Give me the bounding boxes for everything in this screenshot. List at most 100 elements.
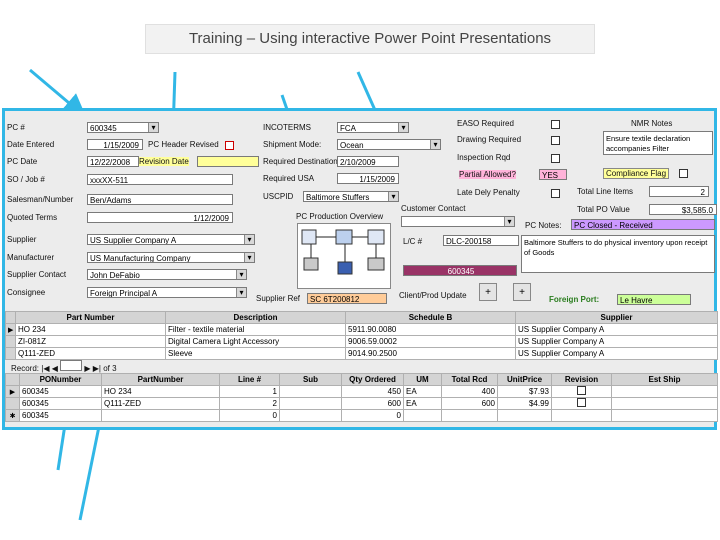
parts-table: Part Number Description Schedule B Suppl… [5,311,718,360]
uscpid-combo[interactable]: Baltimore Stuffers [303,191,399,202]
table-cell[interactable]: Sleeve [165,347,346,360]
po-header-est-ship: Est Ship [611,373,718,386]
table-row[interactable]: ▶ HO 234 Filter - textile material 5911.… [5,323,718,336]
table-cell[interactable] [497,409,552,422]
supplier-combo[interactable]: US Supplier Company A [87,234,255,245]
drawing-required-checkbox[interactable] [551,136,560,145]
table-cell[interactable]: 0 [341,409,404,422]
late-delivery-penalty-checkbox[interactable] [551,189,560,198]
table-cell[interactable]: 0 [219,409,280,422]
record-nav-prev[interactable]: ◀ [52,364,58,373]
production-overview-diagram[interactable] [297,223,391,289]
compliance-flag-checkbox[interactable] [679,169,688,178]
revision-checkbox[interactable] [577,398,586,407]
table-row[interactable]: Q111-ZED Sleeve 9014.90.2500 US Supplier… [5,347,718,360]
table-row[interactable]: ▶ 600345 HO 234 1 450 EA 400 $7.93 [5,385,718,398]
table-cell[interactable] [611,397,718,410]
row-selector[interactable]: ▶ [5,323,16,336]
table-cell[interactable]: 5911.90.0080 [345,323,516,336]
required-usa-field[interactable]: 1/15/2009 [337,173,399,184]
table-cell[interactable]: 600345 [19,397,102,410]
foreign-port-field[interactable]: Le Havre [617,294,691,305]
table-cell[interactable]: 1 [219,385,280,398]
partial-allowed-field[interactable]: YES [539,169,567,180]
table-row[interactable]: ZI-081Z Digital Camera Light Accessory 9… [5,335,718,348]
table-cell[interactable]: 600 [441,397,498,410]
table-cell[interactable] [551,397,612,410]
table-cell[interactable]: Digital Camera Light Accessory [165,335,346,348]
row-selector[interactable]: ▶ [5,385,20,398]
record-nav-first[interactable]: |◀ [41,364,49,373]
table-cell[interactable]: 600 [341,397,404,410]
table-cell[interactable]: $7.93 [497,385,552,398]
pc-date-field[interactable]: 12/22/2008 [87,156,139,167]
table-row[interactable]: ✱ 600345 0 0 [5,409,718,422]
consignee-combo[interactable]: Foreign Principal A [87,287,247,298]
table-cell[interactable]: 600345 [19,409,102,422]
table-cell[interactable]: Q111-ZED [15,347,166,360]
row-selector[interactable] [5,347,16,360]
so-job-field[interactable]: xxxXX-511 [87,174,233,185]
table-cell[interactable]: ZI-081Z [15,335,166,348]
record-nav-next[interactable]: ▶ [84,364,90,373]
customer-contact-label: Customer Contact [401,204,466,213]
nmr-notes-memo[interactable]: Ensure textile declaration accompanies F… [603,131,713,155]
table-cell[interactable]: 400 [441,385,498,398]
supplier-contact-combo[interactable]: John DeFabio [87,269,247,280]
table-cell[interactable]: Filter - textile material [165,323,346,336]
salesman-field[interactable]: Ben/Adams [87,194,233,205]
shipment-mode-label: Shipment Mode: [263,140,322,149]
pc-header-revised-checkbox[interactable] [225,141,234,150]
table-cell[interactable] [441,409,498,422]
record-nav-current[interactable] [60,360,83,371]
lc-memo[interactable]: Baltimore Stuffers to do physical invent… [521,235,715,273]
record-nav-last[interactable]: ▶| [93,364,101,373]
table-cell[interactable] [279,385,342,398]
easo-required-checkbox[interactable] [551,120,560,129]
inspection-reqd-checkbox[interactable] [551,154,560,163]
shipment-mode-combo[interactable]: Ocean [337,139,441,150]
pc-number-combo[interactable]: 600345 [87,122,159,133]
table-cell[interactable] [611,409,718,422]
manufacturer-combo[interactable]: US Manufacturing Company [87,252,255,263]
client-prod-update-button[interactable]: + [479,283,497,301]
table-cell[interactable]: Q111-ZED [101,397,220,410]
row-selector[interactable] [5,335,16,348]
table-cell[interactable] [101,409,220,422]
date-entered-field[interactable]: 1/15/2009 [87,139,143,150]
record-navigator[interactable]: Record: |◀ ◀ ▶ ▶| of 3 [11,360,117,373]
pc-notes-field[interactable]: PC Closed - Received [571,219,715,230]
parts-header-selector [5,311,16,324]
table-cell[interactable] [279,397,342,410]
table-cell[interactable]: 600345 [19,385,102,398]
table-cell[interactable] [551,409,612,422]
table-cell[interactable]: US Supplier Company A [515,323,718,336]
table-cell[interactable] [551,385,612,398]
table-cell[interactable]: US Supplier Company A [515,347,718,360]
customer-contact-combo[interactable] [401,216,515,227]
quoted-terms-field[interactable]: 1/12/2009 [87,212,233,223]
revision-date-field[interactable] [197,156,259,167]
table-cell[interactable]: 2 [219,397,280,410]
table-cell[interactable]: $4.99 [497,397,552,410]
table-cell[interactable]: HO 234 [15,323,166,336]
table-cell[interactable]: 9014.90.2500 [345,347,516,360]
required-destination-field[interactable]: 2/10/2009 [337,156,399,167]
table-cell[interactable] [611,385,718,398]
row-selector[interactable] [5,397,20,410]
table-cell[interactable]: EA [403,385,442,398]
table-cell[interactable]: HO 234 [101,385,220,398]
table-cell[interactable]: EA [403,397,442,410]
table-cell[interactable] [279,409,342,422]
new-row-selector[interactable]: ✱ [5,409,20,422]
table-cell[interactable]: US Supplier Company A [515,335,718,348]
table-row[interactable]: 600345 Q111-ZED 2 600 EA 600 $4.99 [5,397,718,410]
incoterms-combo[interactable]: FCA [337,122,409,133]
table-cell[interactable] [403,409,442,422]
revision-checkbox[interactable] [577,386,586,395]
supplier-ref-field[interactable]: SC 6T200812 [307,293,387,304]
table-cell[interactable]: 9006.59.0002 [345,335,516,348]
table-cell[interactable]: 450 [341,385,404,398]
new-record-button[interactable]: + [513,283,531,301]
lc-number-field[interactable]: DLC-200158 [443,235,519,246]
